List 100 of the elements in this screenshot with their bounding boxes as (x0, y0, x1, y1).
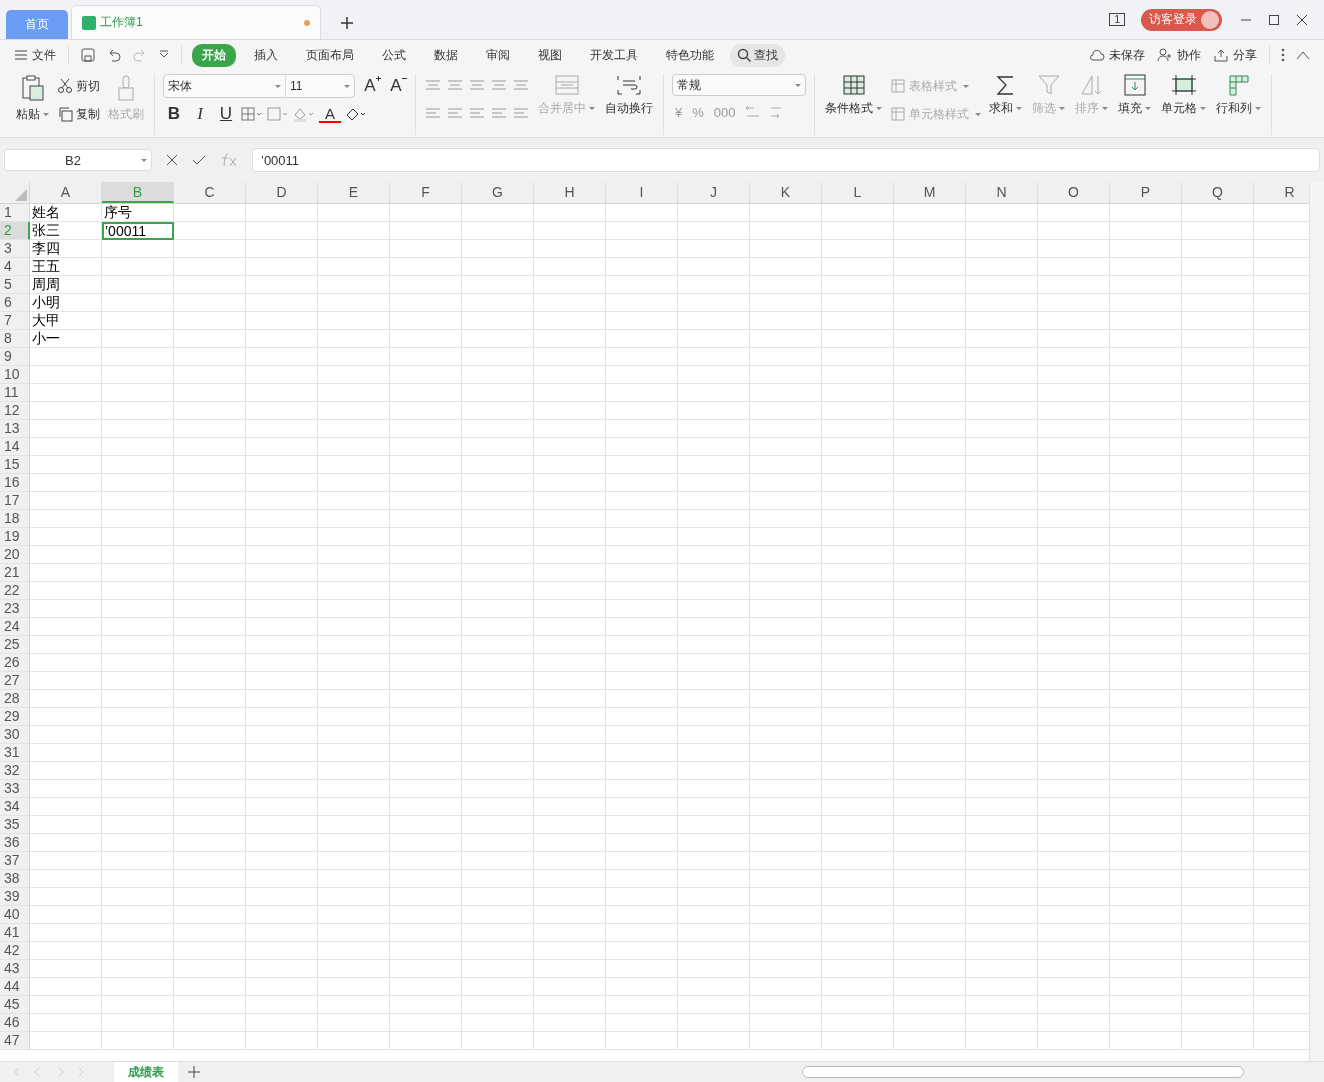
row-header[interactable]: 9 (0, 348, 30, 366)
ribbon-tab[interactable]: 特色功能 (656, 43, 724, 67)
ribbon-tab[interactable]: 数据 (424, 43, 468, 67)
file-menu[interactable]: 文件 (10, 46, 60, 64)
row-header[interactable]: 16 (0, 474, 30, 492)
increase-font-button[interactable]: A (359, 75, 381, 97)
row-header[interactable]: 17 (0, 492, 30, 510)
row-header[interactable]: 25 (0, 636, 30, 654)
document-tab[interactable]: 工作簿1 (71, 5, 321, 39)
ribbon-tab[interactable]: 开发工具 (580, 43, 648, 67)
row-header[interactable]: 18 (0, 510, 30, 528)
fill-tool-button[interactable]: 填充 (1116, 74, 1153, 117)
search-button[interactable]: 查找 (730, 43, 785, 67)
column-header[interactable]: M (894, 182, 966, 203)
row-header[interactable]: 8 (0, 330, 30, 348)
row-header[interactable]: 32 (0, 762, 30, 780)
share-action-button[interactable]: 分享 (1209, 46, 1261, 64)
row-header[interactable]: 29 (0, 708, 30, 726)
row-header[interactable]: 19 (0, 528, 30, 546)
cloud-action-button[interactable]: 未保存 (1085, 46, 1149, 64)
row-header[interactable]: 20 (0, 546, 30, 564)
row-header[interactable]: 46 (0, 1014, 30, 1032)
row-header[interactable]: 37 (0, 852, 30, 870)
table-cell[interactable]: 李四 (30, 240, 102, 258)
align-icon[interactable] (512, 107, 530, 121)
align-icon[interactable] (468, 107, 486, 121)
table-cell[interactable]: 周周 (30, 276, 102, 294)
column-header[interactable]: J (678, 182, 750, 203)
row-header[interactable]: 26 (0, 654, 30, 672)
font-style-button[interactable]: U (215, 103, 237, 125)
ribbon-tab[interactable]: 插入 (244, 43, 288, 67)
column-header[interactable]: O (1038, 182, 1110, 203)
row-header[interactable]: 44 (0, 978, 30, 996)
row-header[interactable]: 12 (0, 402, 30, 420)
select-all-icon[interactable] (15, 189, 27, 201)
row-header[interactable]: 4 (0, 258, 30, 276)
border-icon[interactable] (241, 106, 263, 122)
row-header[interactable]: 43 (0, 960, 30, 978)
grid-tool-button[interactable]: 条件格式 (823, 74, 884, 117)
column-header[interactable]: G (462, 182, 534, 203)
fill-color-icon[interactable] (293, 106, 315, 122)
horizontal-scrollbar[interactable] (802, 1066, 1244, 1078)
align-icon[interactable] (468, 79, 486, 93)
row-header[interactable]: 40 (0, 906, 30, 924)
ribbon-tab[interactable]: 视图 (528, 43, 572, 67)
column-header[interactable]: N (966, 182, 1038, 203)
row-header[interactable]: 3 (0, 240, 30, 258)
column-header[interactable]: I (606, 182, 678, 203)
row-header[interactable]: 11 (0, 384, 30, 402)
align-icon[interactable] (446, 79, 464, 93)
font-color-button[interactable]: A (319, 105, 341, 123)
column-header[interactable]: F (390, 182, 462, 203)
maximize-icon[interactable] (1268, 13, 1280, 26)
save-icon[interactable] (80, 47, 96, 63)
vertical-scrollbar[interactable] (1309, 182, 1324, 1061)
cell-tool-button[interactable]: 单元格 (1159, 74, 1208, 117)
column-header[interactable]: K (750, 182, 822, 203)
table-cell[interactable]: 姓名 (30, 204, 102, 222)
table-cell[interactable]: 小明 (30, 294, 102, 312)
row-header[interactable]: 34 (0, 798, 30, 816)
function-icon[interactable] (220, 153, 238, 167)
align-icon[interactable] (512, 79, 530, 93)
paste-button[interactable]: 粘贴 (14, 74, 51, 123)
column-header[interactable]: P (1110, 182, 1182, 203)
ribbon-tab[interactable]: 公式 (372, 43, 416, 67)
align-icon[interactable] (424, 79, 442, 93)
row-header[interactable]: 10 (0, 366, 30, 384)
cell-style-icon[interactable] (267, 106, 289, 122)
ribbon-tab[interactable]: 审阅 (476, 43, 520, 67)
row-header[interactable]: 23 (0, 600, 30, 618)
row-header[interactable]: 6 (0, 294, 30, 312)
rowcol-tool-button[interactable]: 行和列 (1214, 74, 1263, 117)
row-header[interactable]: 39 (0, 888, 30, 906)
row-header[interactable]: 31 (0, 744, 30, 762)
align-icon[interactable] (424, 107, 442, 121)
sheet-tab[interactable]: 成绩表 (114, 1062, 178, 1082)
row-header[interactable]: 15 (0, 456, 30, 474)
cancel-icon[interactable] (166, 154, 178, 166)
copy-button[interactable]: 复制 (57, 102, 100, 126)
row-header[interactable]: 5 (0, 276, 30, 294)
table-cell[interactable]: 张三 (30, 222, 102, 240)
row-header[interactable]: 38 (0, 870, 30, 888)
window-count-button[interactable]: 1 (1109, 13, 1125, 26)
row-header[interactable]: 45 (0, 996, 30, 1014)
cut-button[interactable]: 剪切 (57, 74, 100, 98)
column-header[interactable]: D (246, 182, 318, 203)
row-header[interactable]: 41 (0, 924, 30, 942)
row-header[interactable]: 22 (0, 582, 30, 600)
login-button[interactable]: 访客登录 (1141, 8, 1222, 31)
table-cell[interactable]: 序号 (102, 204, 174, 222)
column-header[interactable]: L (822, 182, 894, 203)
align-icon[interactable] (446, 107, 464, 121)
row-header[interactable]: 47 (0, 1032, 30, 1050)
align-icon[interactable] (490, 107, 508, 121)
row-header[interactable]: 42 (0, 942, 30, 960)
row-header[interactable]: 28 (0, 690, 30, 708)
column-header[interactable]: Q (1182, 182, 1254, 203)
people-action-button[interactable]: 协作 (1153, 46, 1205, 64)
row-header[interactable]: 7 (0, 312, 30, 330)
row-header[interactable]: 30 (0, 726, 30, 744)
